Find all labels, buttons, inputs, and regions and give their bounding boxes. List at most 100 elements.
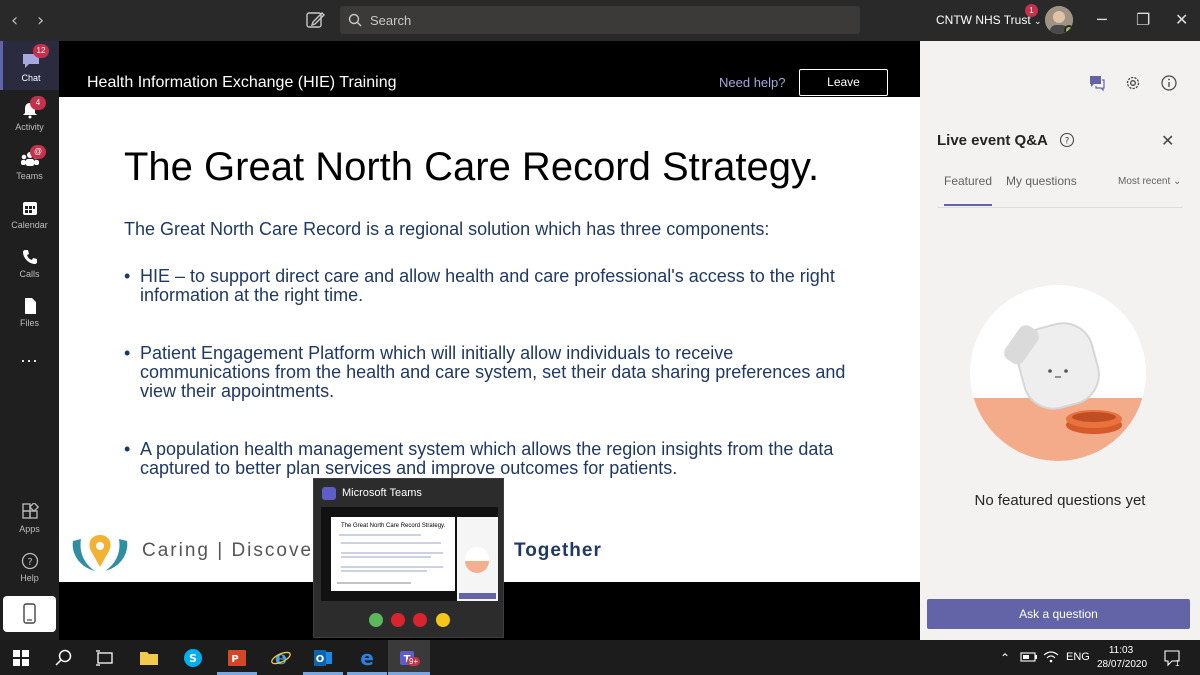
notification-count: 1 xyxy=(1175,659,1180,668)
qna-panel: Live event Q&A ? ✕ Featured My questions… xyxy=(920,41,1200,640)
event-title: Health Information Exchange (HIE) Traini… xyxy=(87,74,397,91)
event-header: Health Information Exchange (HIE) Traini… xyxy=(59,41,920,97)
avatar[interactable] xyxy=(1045,6,1073,34)
rail-label: Calls xyxy=(19,269,40,279)
rail-label: Help xyxy=(20,573,39,583)
bullet-dot-icon: • xyxy=(124,266,131,286)
taskbar-preview-popup[interactable]: Microsoft Teams The Great North Care Rec… xyxy=(313,478,504,638)
panel-close-icon[interactable]: ✕ xyxy=(1161,131,1174,150)
internet-explorer-icon[interactable]: e xyxy=(270,647,292,669)
rail-label: Teams xyxy=(16,171,43,181)
accept-icon[interactable] xyxy=(369,613,383,627)
wifi-icon[interactable] xyxy=(1043,650,1059,664)
empty-state-message: No featured questions yet xyxy=(974,492,1146,509)
slide-title: The Great North Care Record Strategy. xyxy=(124,145,820,189)
help-icon: ? xyxy=(21,552,38,570)
apps-icon xyxy=(21,503,39,519)
powerpoint-icon[interactable]: P xyxy=(226,647,248,669)
chevron-down-icon: ⌄ xyxy=(1173,176,1182,187)
active-tab-indicator xyxy=(944,204,992,206)
slide-bullet: • Patient Engagement Platform which will… xyxy=(124,344,864,401)
info-icon[interactable] xyxy=(1160,74,1178,92)
preview-panel xyxy=(457,517,498,601)
slide-tagline: Caring | Discove xyxy=(142,540,314,561)
preview-thumbnail: The Great North Care Record Strategy. xyxy=(321,507,498,601)
file-icon xyxy=(24,298,36,314)
ask-question-button[interactable]: Ask a question xyxy=(927,599,1190,629)
windows-start-icon[interactable] xyxy=(10,647,32,669)
tab-my-questions[interactable]: My questions xyxy=(1006,174,1077,188)
help-circle-icon[interactable]: ? xyxy=(1059,132,1075,148)
gncr-logo-icon xyxy=(72,535,128,571)
file-explorer-icon[interactable] xyxy=(138,647,160,669)
close-icon[interactable]: ✕ xyxy=(1175,10,1188,29)
away-icon[interactable] xyxy=(436,613,450,627)
back-arrow-icon[interactable]: ‹ xyxy=(11,10,18,31)
preview-slide: The Great North Care Record Strategy. xyxy=(331,517,455,591)
settings-gear-icon[interactable] xyxy=(1124,74,1142,92)
compose-icon[interactable] xyxy=(305,10,327,30)
teams-logo-icon xyxy=(322,487,336,500)
search-icon[interactable] xyxy=(53,647,75,669)
rail-item-files[interactable]: Files xyxy=(0,289,59,335)
bullet-text: A population health management system wh… xyxy=(140,439,834,478)
bullet-dot-icon: • xyxy=(124,439,131,459)
mobile-app-button[interactable] xyxy=(3,596,56,632)
rail-item-chat[interactable]: Chat 12 xyxy=(0,41,59,90)
skype-icon[interactable]: S xyxy=(182,647,204,669)
mobile-phone-icon xyxy=(23,603,36,624)
decline-icon[interactable] xyxy=(413,613,427,627)
svg-text:?: ? xyxy=(1065,137,1070,147)
record-icon[interactable] xyxy=(391,613,405,627)
slide-tagline-end: Together xyxy=(514,540,602,561)
bullet-dot-icon: • xyxy=(124,343,131,363)
preview-slide-lines xyxy=(337,534,443,584)
org-badge: 1 xyxy=(1025,4,1038,17)
preview-panel-art xyxy=(459,547,496,599)
preview-slide-title: The Great North Care Record Strategy. xyxy=(341,523,446,529)
chevron-up-icon[interactable]: ⌃ xyxy=(1000,651,1010,665)
search-icon xyxy=(348,13,362,27)
rail-item-help[interactable]: ? Help xyxy=(0,548,59,594)
edge-icon[interactable]: e xyxy=(356,647,378,669)
maximize-icon[interactable]: ❐ xyxy=(1136,10,1150,29)
qna-icon[interactable] xyxy=(1088,74,1106,92)
slide-bullet: • A population health management system … xyxy=(124,440,864,478)
clock[interactable]: 11:03 28/07/2020 xyxy=(1097,644,1147,672)
outlook-icon[interactable]: O xyxy=(312,647,334,669)
rail-item-teams[interactable]: Teams @ xyxy=(0,142,59,188)
rail-label: Apps xyxy=(19,524,40,534)
battery-icon[interactable] xyxy=(1020,650,1038,664)
popup-title: Microsoft Teams xyxy=(342,487,422,499)
slide-intro: The Great North Care Record is a regiona… xyxy=(124,219,770,239)
bullet-text: Patient Engagement Platform which will i… xyxy=(140,343,846,401)
tab-featured[interactable]: Featured xyxy=(944,174,992,188)
rail-label: Activity xyxy=(15,122,44,132)
teams-taskbar-button[interactable]: T 9+ xyxy=(388,640,430,675)
more-apps-icon[interactable]: ... xyxy=(0,346,59,376)
svg-text:S: S xyxy=(189,652,197,665)
task-view-icon[interactable] xyxy=(94,647,116,669)
presence-icon xyxy=(1064,25,1073,34)
minimize-icon[interactable]: ─ xyxy=(1097,10,1107,29)
need-help-link[interactable]: Need help? xyxy=(719,75,786,90)
search-placeholder: Search xyxy=(370,12,412,28)
teams-taskbar-badge: 9+ xyxy=(407,657,421,666)
search-input[interactable]: Search xyxy=(340,6,860,34)
sort-dropdown[interactable]: Most recent ⌄ xyxy=(1118,176,1181,187)
rail-item-activity[interactable]: Activity 4 xyxy=(0,93,59,139)
svg-text:e: e xyxy=(275,647,287,669)
svg-text:O: O xyxy=(316,654,325,665)
org-switcher[interactable]: CNTW NHS Trust ⌄ xyxy=(936,13,1042,27)
leave-button[interactable]: Leave xyxy=(799,69,888,96)
slide-bullet: • HIE – to support direct care and allow… xyxy=(124,267,864,305)
rail-item-calendar[interactable]: Calendar xyxy=(0,191,59,237)
rail-item-calls[interactable]: Calls xyxy=(0,240,59,286)
title-bar: ‹ › Search CNTW NHS Trust ⌄ 1 ─ ❐ ✕ xyxy=(0,0,1200,41)
rail-label: Calendar xyxy=(11,220,48,230)
language-indicator[interactable]: ENG xyxy=(1066,651,1090,663)
rail-item-apps[interactable]: Apps xyxy=(0,499,59,545)
forward-arrow-icon[interactable]: › xyxy=(37,10,44,31)
org-name: CNTW NHS Trust xyxy=(936,13,1031,27)
app-rail: Chat 12 Activity 4 Teams @ Calendar Call… xyxy=(0,41,59,640)
